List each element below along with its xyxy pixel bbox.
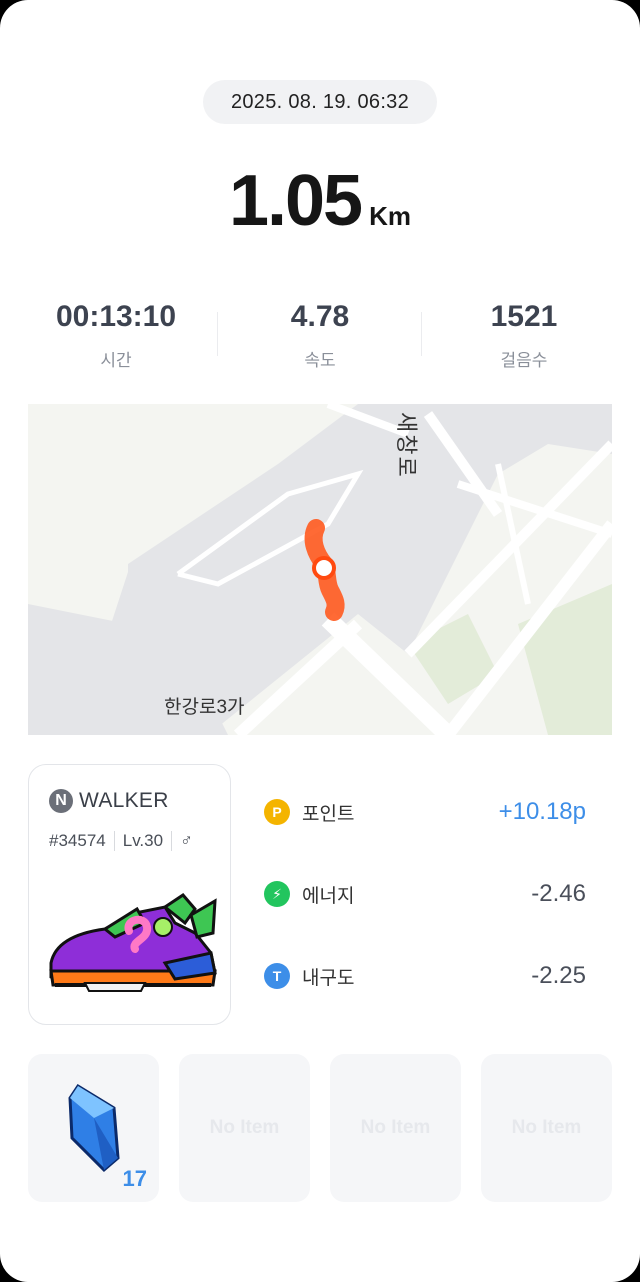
- item-slot[interactable]: No Item: [179, 1054, 310, 1202]
- shoe-brand: N WALKER: [49, 789, 169, 813]
- meta-divider: [171, 831, 173, 851]
- durability-icon: T: [264, 963, 290, 989]
- reward-label: 내구도: [302, 967, 355, 989]
- rewards-list: P 포인트 +10.18p ⚡ 에너지 -2.46 T 내구도 -2.25: [264, 770, 594, 1020]
- gender-icon: ♂: [180, 831, 193, 850]
- datetime-badge: 2025. 08. 19. 06:32: [203, 80, 437, 124]
- crystal-icon: [67, 1083, 120, 1173]
- stats-row: 00:13:10 시간 4.78 속도 1521 걸음수: [0, 300, 640, 380]
- distance-unit: Km: [369, 201, 412, 231]
- shoe-level: Lv.30: [122, 831, 164, 850]
- shoe-id: #34574: [49, 831, 106, 850]
- route-map[interactable]: 한강로3가 새창로: [28, 404, 612, 735]
- stat-value: 1521: [490, 300, 558, 333]
- stat-value: 4.78: [290, 300, 350, 333]
- map-road-label: 새창로: [394, 412, 419, 479]
- sneaker-illustration: [49, 893, 217, 992]
- distance-display: 1.05 Km: [0, 160, 640, 250]
- item-slot[interactable]: No Item: [481, 1054, 612, 1202]
- map-area-label: 한강로3가: [164, 697, 245, 718]
- reward-amount: +10.18p: [498, 798, 586, 825]
- reward-amount: -2.46: [531, 880, 586, 907]
- item-slot[interactable]: No Item: [330, 1054, 461, 1202]
- item-slot[interactable]: 17: [28, 1054, 159, 1202]
- stat-label: 시간: [100, 351, 132, 370]
- empty-slot-label: No Item: [360, 1117, 431, 1138]
- stat-label: 속도: [304, 351, 336, 370]
- meta-divider: [113, 831, 115, 851]
- brand-name: WALKER: [79, 789, 169, 812]
- reward-points: P 포인트 +10.18p: [264, 792, 594, 832]
- shoe-card[interactable]: N WALKER #34574 Lv.30 ♂: [28, 764, 231, 1025]
- reward-label: 에너지: [302, 885, 355, 907]
- map-canvas: [28, 404, 612, 735]
- reward-energy: ⚡ 에너지 -2.46: [264, 874, 594, 914]
- reward-durability: T 내구도 -2.25: [264, 956, 594, 996]
- item-count: 17: [122, 1166, 147, 1191]
- empty-slot-label: No Item: [209, 1117, 280, 1138]
- empty-slot-label: No Item: [511, 1117, 582, 1138]
- brand-n-icon: N: [49, 789, 73, 813]
- stat-steps: 1521 걸음수: [424, 300, 624, 371]
- reward-amount: -2.25: [531, 962, 586, 989]
- shoe-meta: #34574 Lv.30 ♂: [49, 831, 193, 851]
- stat-speed: 4.78 속도: [220, 300, 420, 371]
- workout-summary-card: 2025. 08. 19. 06:32 1.05 Km 00:13:10 시간 …: [0, 0, 640, 1282]
- distance-value: 1.05: [228, 161, 363, 241]
- stat-divider: [421, 312, 422, 356]
- stat-time: 00:13:10 시간: [16, 300, 216, 371]
- stat-divider: [217, 312, 218, 356]
- energy-icon: ⚡: [264, 881, 290, 907]
- item-slots: 17 No Item No Item No Item: [28, 1054, 612, 1202]
- reward-label: 포인트: [302, 803, 355, 825]
- stat-value: 00:13:10: [55, 300, 177, 333]
- stat-label: 걸음수: [500, 351, 548, 370]
- point-icon: P: [264, 799, 290, 825]
- datetime-text: 2025. 08. 19. 06:32: [230, 90, 410, 113]
